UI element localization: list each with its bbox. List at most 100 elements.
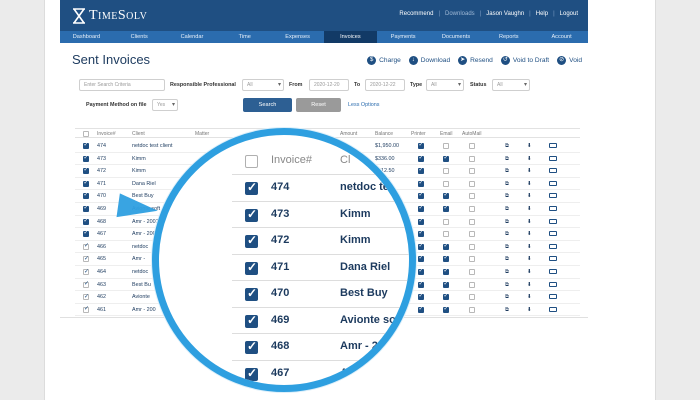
download-icon[interactable]: ⬇ (527, 307, 532, 313)
automail-checkbox[interactable] (469, 143, 475, 149)
automail-checkbox[interactable] (469, 218, 475, 225)
invoice-number[interactable]: 465 (97, 256, 106, 262)
header-email[interactable]: Email (440, 131, 453, 137)
download-icon[interactable]: ⬇ (527, 206, 532, 212)
invoice-number[interactable]: 464 (97, 269, 106, 275)
magnifier-row-checkbox[interactable] (245, 339, 258, 354)
invoice-number[interactable]: 471 (97, 181, 106, 187)
row-checkbox[interactable] (83, 229, 89, 238)
magnifier-row-checkbox[interactable] (245, 286, 258, 301)
view-document-icon[interactable]: ⧉ (505, 193, 509, 200)
view-document-icon[interactable]: ⧉ (505, 168, 509, 175)
nav-clients[interactable]: Clients (113, 31, 166, 43)
magnifier-row[interactable]: 474 netdoc te (232, 175, 409, 202)
email-checkbox[interactable] (443, 180, 449, 187)
to-date-input[interactable]: 2020-12-22 (365, 79, 405, 91)
header-client[interactable]: Client (132, 131, 145, 137)
recommend-link[interactable]: Recommend (399, 11, 433, 17)
magnifier-row[interactable]: 468 Amr - 2001 (232, 334, 409, 361)
charge-button[interactable]: $ Charge (367, 56, 401, 65)
client-name[interactable]: Kimm (132, 168, 146, 174)
client-name[interactable]: Dana Riel (132, 181, 156, 187)
email-checkbox[interactable] (443, 267, 449, 275)
magnifier-client-name[interactable]: Best Buy (340, 287, 388, 299)
invoice-number[interactable]: 466 (97, 244, 106, 250)
view-document-icon[interactable]: ⧉ (505, 282, 509, 289)
view-document-icon[interactable]: ⧉ (505, 269, 509, 276)
email-checkbox[interactable] (443, 204, 449, 212)
row-checkbox[interactable] (83, 293, 89, 301)
help-link[interactable]: Help (536, 11, 548, 17)
void-to-draft-button[interactable]: ↺ Void to Draft (500, 56, 549, 65)
client-name[interactable]: netdoc (132, 244, 148, 250)
magnifier-row[interactable]: 467 Amr - 2001 (232, 361, 409, 386)
email-preview-icon[interactable] (549, 155, 557, 161)
download-icon[interactable]: ⬇ (527, 181, 532, 187)
client-name[interactable]: Best Bu (132, 282, 151, 288)
download-icon[interactable]: ⬇ (527, 231, 532, 237)
invoice-number[interactable]: 467 (97, 231, 106, 237)
nav-calendar[interactable]: Calendar (166, 31, 219, 43)
email-checkbox[interactable] (443, 168, 449, 175)
magnifier-client-name[interactable]: netdoc te (340, 181, 389, 193)
search-input[interactable]: Enter Search Criteria (79, 79, 165, 91)
magnifier-invoice-number[interactable]: 472 (271, 234, 289, 246)
search-button[interactable]: Search (243, 98, 292, 112)
view-document-icon[interactable]: ⧉ (505, 206, 509, 213)
type-select[interactable]: All (426, 79, 464, 91)
invoice-number[interactable]: 474 (97, 143, 106, 149)
status-select[interactable]: All (492, 79, 530, 91)
invoice-number[interactable]: 463 (97, 282, 106, 288)
view-document-icon[interactable]: ⧉ (505, 307, 509, 314)
automail-checkbox[interactable] (469, 243, 475, 250)
magnifier-client-name[interactable]: Dana Riel (340, 261, 390, 273)
nav-invoices[interactable]: Invoices (323, 31, 377, 43)
void-button[interactable]: ⊘ Void (557, 56, 582, 65)
email-preview-icon[interactable] (549, 306, 557, 312)
row-checkbox[interactable] (83, 280, 89, 288)
magnifier-invoice-number[interactable]: 467 (271, 367, 289, 379)
automail-checkbox[interactable] (469, 281, 475, 288)
email-preview-icon[interactable] (549, 294, 557, 300)
download-icon[interactable]: ⬇ (527, 282, 532, 288)
header-printer[interactable]: Printer (411, 131, 426, 137)
magnifier-invoice-number[interactable]: 474 (271, 181, 289, 193)
download-button[interactable]: ↓ Download (408, 56, 450, 65)
download-icon[interactable]: ⬇ (527, 156, 532, 162)
printer-checkbox[interactable] (418, 229, 424, 238)
email-preview-icon[interactable] (549, 243, 557, 249)
less-options-link[interactable]: Less Options (348, 102, 379, 108)
automail-checkbox[interactable] (469, 193, 475, 200)
invoice-number[interactable]: 472 (97, 168, 106, 174)
email-preview-icon[interactable] (549, 281, 557, 287)
magnifier-row[interactable]: 469 Avionte soft (232, 308, 409, 334)
magnifier-row-checkbox[interactable] (245, 366, 258, 381)
magnifier-client-name[interactable]: Avionte soft (340, 314, 403, 326)
nav-expenses[interactable]: Expenses (271, 31, 324, 43)
view-document-icon[interactable]: ⧉ (505, 181, 509, 188)
logout-link[interactable]: Logout (560, 11, 578, 17)
reset-button[interactable]: Reset (296, 98, 341, 112)
resend-button[interactable]: ➤ Resend (458, 56, 493, 65)
nav-documents[interactable]: Documents (430, 31, 483, 43)
automail-checkbox[interactable] (469, 256, 475, 263)
automail-checkbox[interactable] (469, 155, 475, 162)
magnifier-invoice-number[interactable]: 471 (271, 261, 289, 273)
automail-checkbox[interactable] (469, 206, 475, 212)
nav-payments[interactable]: Payments (377, 31, 430, 43)
download-icon[interactable]: ⬇ (527, 193, 532, 199)
download-icon[interactable]: ⬇ (527, 219, 532, 225)
view-document-icon[interactable]: ⧉ (505, 244, 509, 251)
magnifier-client-name[interactable]: Kimm (340, 208, 371, 220)
download-icon[interactable]: ⬇ (527, 256, 532, 262)
download-icon[interactable]: ⬇ (527, 244, 532, 250)
magnifier-row-checkbox[interactable] (245, 233, 258, 248)
magnifier-invoice-number[interactable]: 469 (271, 314, 289, 326)
row-checkbox[interactable] (83, 191, 89, 200)
automail-checkbox[interactable] (469, 168, 475, 175)
magnifier-row-checkbox[interactable] (245, 207, 258, 222)
invoice-number[interactable]: 473 (97, 156, 106, 162)
magnifier-row[interactable]: 472 Kimm (232, 228, 409, 255)
invoice-number[interactable]: 462 (97, 294, 106, 300)
magnifier-invoice-number[interactable]: 470 (271, 287, 289, 299)
